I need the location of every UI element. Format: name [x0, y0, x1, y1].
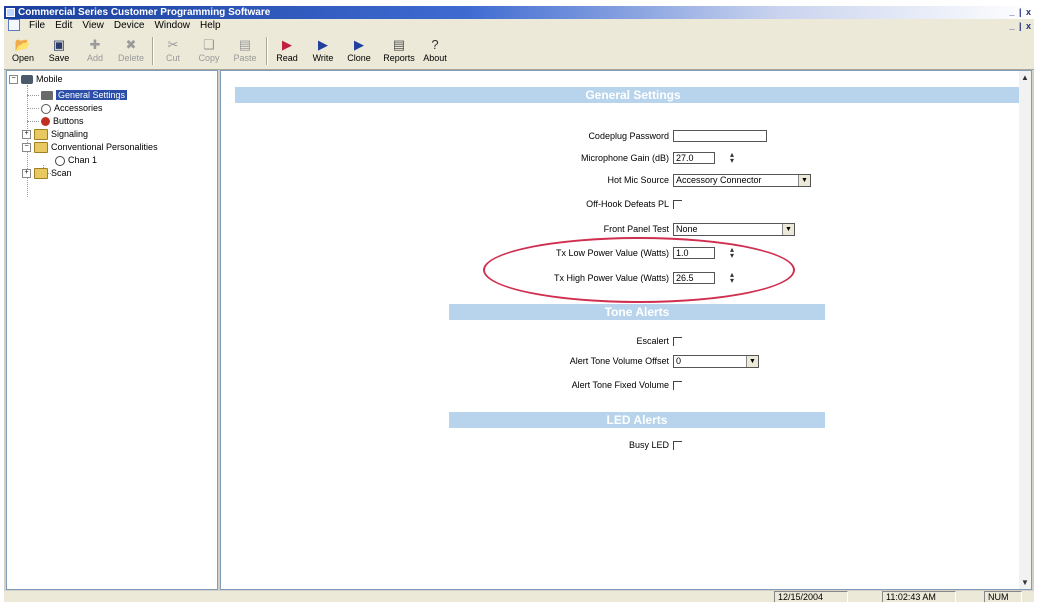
dropdown-arrow-icon[interactable]: ▼: [798, 175, 810, 186]
window-controls[interactable]: _ | x: [1009, 6, 1032, 19]
off-hook-defeats-pl-label: Off-Hook Defeats PL: [586, 199, 669, 209]
highlight-ellipse: [483, 237, 795, 303]
busy-led-checkbox[interactable]: [673, 441, 682, 450]
tree-item-mobile[interactable]: − Mobile: [9, 73, 63, 85]
delete-button[interactable]: ✖ Delete: [114, 35, 148, 67]
led-alerts-header: LED Alerts: [449, 412, 825, 428]
menu-window[interactable]: Window: [149, 19, 195, 33]
folder-open-icon: 📂: [14, 37, 32, 52]
escalert-label: Escalert: [636, 336, 669, 346]
hot-mic-source-select[interactable]: Accessory Connector ▼: [673, 174, 811, 187]
paste-button[interactable]: ▤ Paste: [228, 35, 262, 67]
app-window: Commercial Series Customer Programming S…: [4, 6, 1034, 602]
menu-edit[interactable]: Edit: [50, 19, 77, 33]
collapse-icon[interactable]: −: [22, 143, 31, 153]
tree-item-general-settings[interactable]: General Settings: [41, 89, 128, 101]
clipboard-icon: ▤: [238, 37, 252, 52]
copy-icon: ❏: [203, 37, 215, 52]
save-button[interactable]: ▣ Save: [42, 35, 76, 67]
alert-tone-fixed-volume-label: Alert Tone Fixed Volume: [571, 380, 669, 390]
microphone-gain-input[interactable]: 27.0: [673, 152, 715, 164]
off-hook-defeats-pl-checkbox[interactable]: [673, 200, 682, 209]
about-button[interactable]: ? About: [418, 35, 452, 67]
write-button[interactable]: ▶ Write: [306, 35, 340, 67]
report-document-icon: ▤: [392, 37, 406, 52]
tree-item-signaling[interactable]: + Signaling: [22, 128, 88, 141]
window-title: Commercial Series Customer Programming S…: [18, 7, 271, 18]
floppy-disk-icon: ▣: [52, 37, 66, 52]
hot-mic-source-label: Hot Mic Source: [607, 175, 669, 185]
expand-icon[interactable]: +: [22, 130, 31, 140]
mdi-window-controls[interactable]: _ | x: [1009, 19, 1032, 33]
tree-guide-line: [27, 108, 39, 109]
front-panel-test-label: Front Panel Test: [603, 224, 669, 234]
menu-help[interactable]: Help: [195, 19, 226, 33]
alert-tone-fixed-volume-checkbox[interactable]: [673, 381, 682, 390]
tree-item-scan[interactable]: + Scan: [22, 167, 72, 180]
toolbar: 📂 Open ▣ Save ✚ Add ✖ Delete ✂ Cut ❏ Cop…: [4, 33, 1034, 70]
tree-guide-line: [27, 121, 39, 122]
scroll-down-icon[interactable]: ▼: [1021, 578, 1029, 587]
alert-tone-volume-offset-select[interactable]: 0 ▼: [673, 355, 759, 368]
title-bar: Commercial Series Customer Programming S…: [4, 6, 1034, 19]
menu-bar: File Edit View Device Window Help _ | x: [4, 19, 1034, 33]
microphone-gain-spinner[interactable]: ▴ ▾: [726, 151, 738, 165]
microphone-gain-label: Microphone Gain (dB): [580, 153, 669, 163]
codeplug-password-label: Codeplug Password: [588, 131, 669, 141]
folder-icon: [34, 142, 48, 154]
navigation-tree: − Mobile General Settings Accessories But…: [6, 70, 218, 590]
cut-button[interactable]: ✂ Cut: [156, 35, 190, 67]
channel-icon: [55, 155, 65, 166]
settings-panel: General Settings Codeplug Password Micro…: [220, 70, 1032, 590]
menu-view[interactable]: View: [77, 19, 109, 33]
status-bar: 12/15/2004 11:02:43 AM NUM: [4, 591, 1034, 602]
document-icon: [8, 19, 20, 32]
delete-icon: ✖: [125, 37, 137, 52]
tree-item-chan-1[interactable]: Chan 1: [55, 154, 97, 166]
add-button[interactable]: ✚ Add: [78, 35, 112, 67]
busy-led-label: Busy LED: [628, 440, 669, 450]
accessory-icon: [41, 103, 51, 114]
scissors-icon: ✂: [167, 37, 179, 52]
write-radio-icon: ▶: [318, 37, 328, 52]
status-date: 12/15/2004: [774, 591, 848, 602]
folder-icon: [34, 129, 48, 141]
escalert-checkbox[interactable]: [673, 337, 682, 346]
toolbar-separator: [152, 37, 154, 65]
open-button[interactable]: 📂 Open: [6, 35, 40, 67]
reports-button[interactable]: ▤ Reports: [382, 35, 416, 67]
menu-file[interactable]: File: [24, 19, 50, 33]
clone-radio-icon: ▶: [354, 37, 364, 52]
status-num-lock: NUM: [984, 591, 1022, 602]
tree-guide-line: [27, 95, 39, 96]
radio-mobile-icon: [21, 75, 33, 85]
question-mark-icon: ?: [431, 37, 439, 52]
clone-button[interactable]: ▶ Clone: [342, 35, 376, 67]
tree-item-accessories[interactable]: Accessories: [41, 102, 103, 114]
folder-icon: [34, 168, 48, 180]
read-button[interactable]: ▶ Read: [270, 35, 304, 67]
codeplug-password-input[interactable]: [673, 130, 767, 142]
collapse-icon[interactable]: −: [9, 75, 18, 85]
dropdown-arrow-icon[interactable]: ▼: [782, 224, 794, 235]
general-settings-header: General Settings: [235, 87, 1031, 103]
alert-tone-volume-offset-label: Alert Tone Volume Offset: [569, 356, 669, 366]
read-radio-icon: ▶: [282, 37, 292, 52]
status-time: 11:02:43 AM: [882, 591, 956, 602]
add-icon: ✚: [89, 37, 101, 52]
radio-settings-icon: [41, 91, 53, 101]
menu-device[interactable]: Device: [109, 19, 150, 33]
front-panel-test-select[interactable]: None ▼: [673, 223, 795, 236]
copy-button[interactable]: ❏ Copy: [192, 35, 226, 67]
toolbar-separator: [266, 37, 268, 65]
buttons-icon: [41, 117, 50, 127]
expand-icon[interactable]: +: [22, 169, 31, 179]
app-icon: [6, 8, 15, 17]
vertical-scrollbar[interactable]: ▲ ▼: [1019, 71, 1031, 589]
tree-item-conventional-personalities[interactable]: − Conventional Personalities: [22, 141, 158, 154]
dropdown-arrow-icon[interactable]: ▼: [746, 356, 758, 367]
tone-alerts-header: Tone Alerts: [449, 304, 825, 320]
tree-item-buttons[interactable]: Buttons: [41, 115, 84, 127]
scroll-up-icon[interactable]: ▲: [1021, 73, 1029, 82]
